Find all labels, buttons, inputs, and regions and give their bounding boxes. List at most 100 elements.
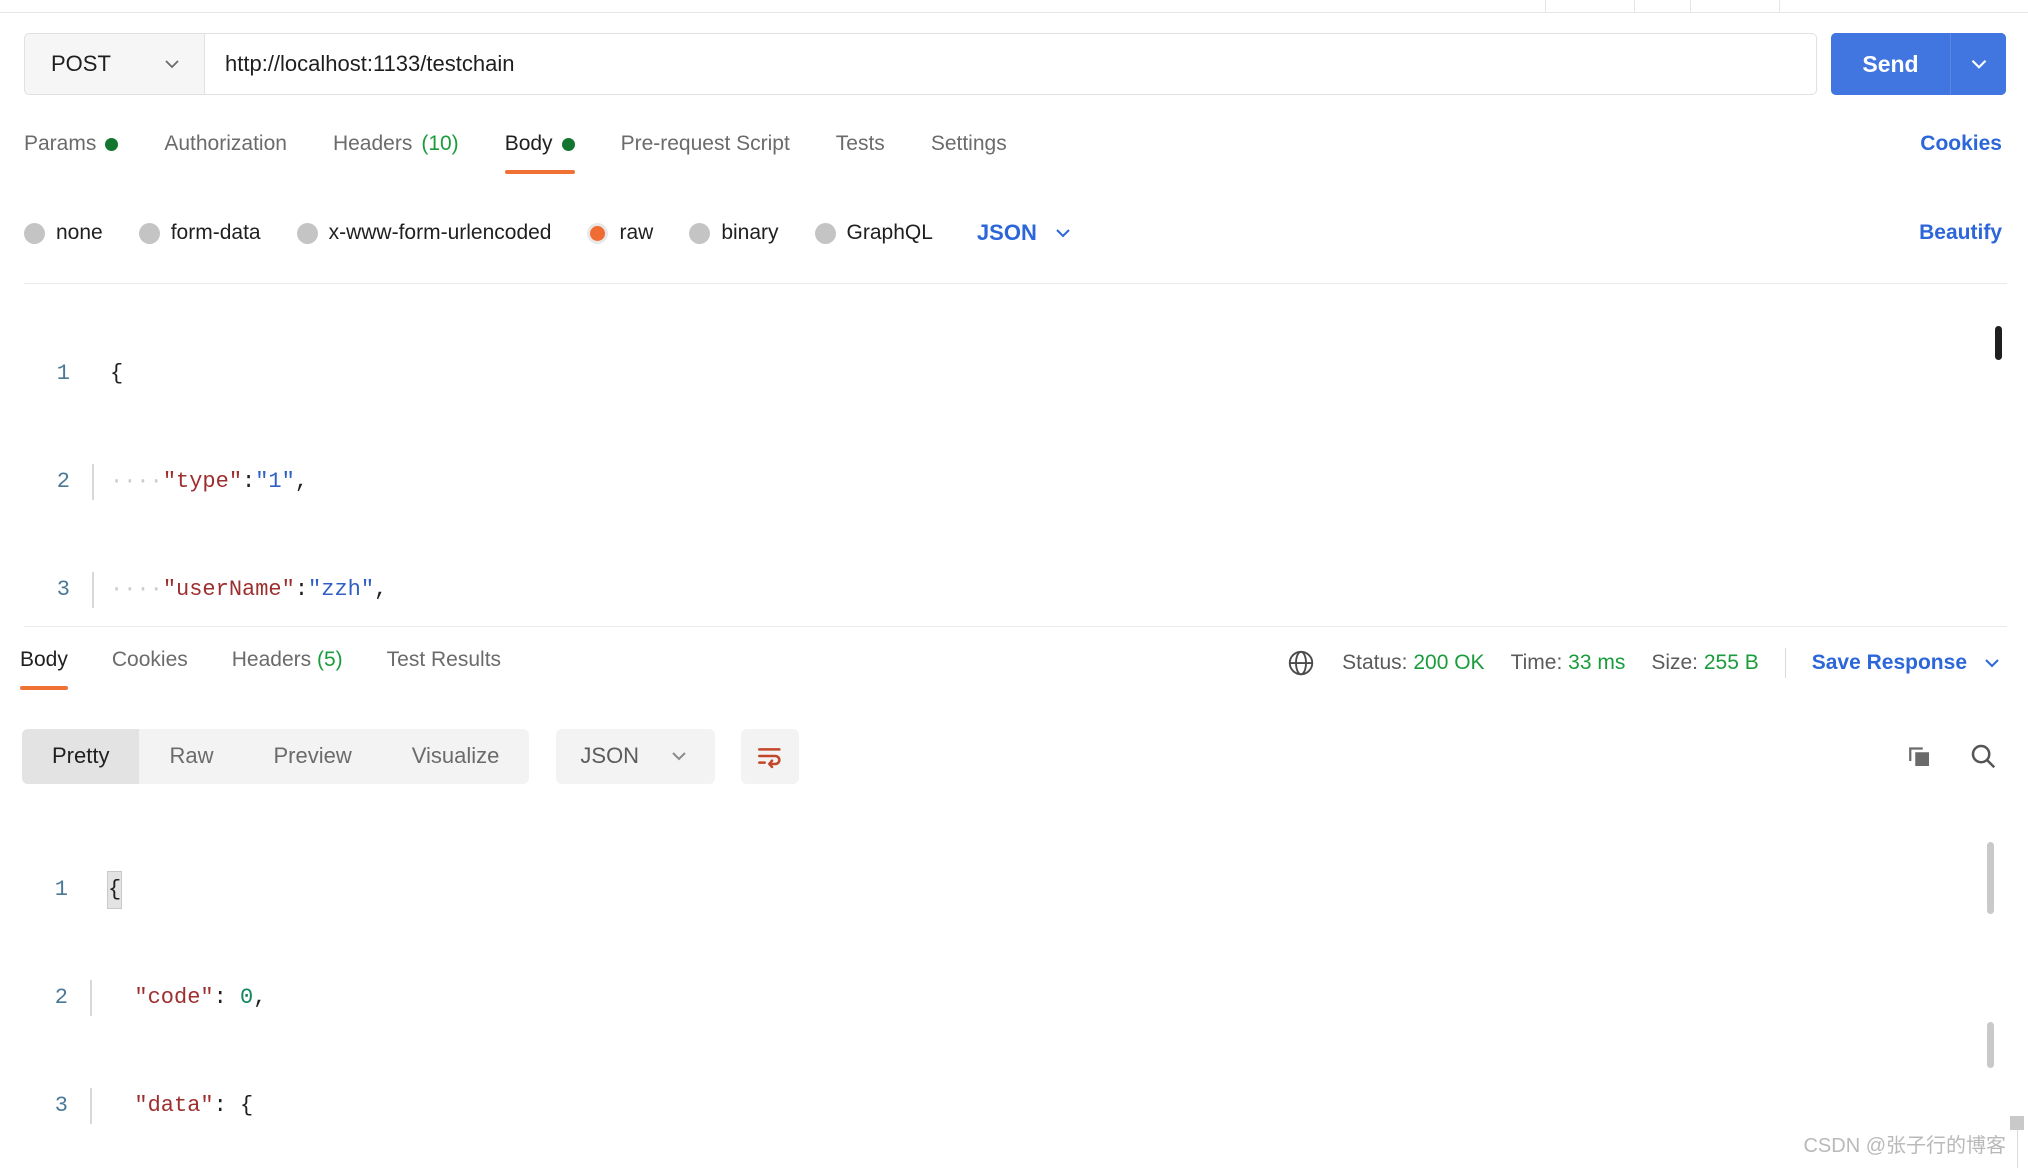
body-format-value: JSON [976,220,1037,245]
tab-pre-request-script-label: Pre-request Script [620,132,790,155]
save-response-button[interactable]: Save Response [1812,651,2004,675]
body-type-graphql[interactable]: GraphQL [814,221,933,245]
body-type-binary[interactable]: binary [689,221,779,245]
chevron-down-icon [667,744,691,768]
tab-headers[interactable]: Headers (10) [333,132,459,174]
radio-selected-icon [587,222,609,244]
send-options-button[interactable] [1950,33,2006,95]
body-type-raw[interactable]: raw [587,221,653,245]
code-token-brace: { [110,361,124,386]
code-token-colon: : [213,1093,241,1118]
line-number: 3 [56,577,70,602]
indent-guide [92,464,94,500]
tab-headers-label: Headers [332,132,413,155]
response-header: Body Cookies Headers (5) Test Results St… [20,648,2008,710]
body-type-graphql-label: GraphQL [846,221,933,244]
radio-icon [24,222,45,244]
cookies-link[interactable]: Cookies [1920,132,2006,156]
tab-stub-right [1690,0,1780,12]
code-token-key: "code" [134,985,214,1010]
indent-guide [90,1088,92,1124]
status-label: Status: [1342,651,1408,674]
indent-guide [92,572,94,608]
body-type-form-data[interactable]: form-data [138,221,261,245]
size-value: 255 B [1703,651,1759,674]
send-button[interactable]: Send [1831,33,1950,95]
indent-guide [90,980,92,1016]
code-token-string: "zzh" [308,577,375,602]
http-method-value: POST [51,51,111,76]
http-method-select[interactable]: POST [24,33,204,95]
tab-bar-strip [0,0,2028,13]
code-token-comma: , [374,577,388,602]
globe-icon [1286,648,1316,678]
body-type-none[interactable]: none [24,221,103,245]
code-token-string: "1" [255,469,295,494]
divider [1784,648,1786,678]
code-token-brace: { [240,1093,254,1118]
request-url-value: http://localhost:1133/testchain [225,51,515,76]
indent-guide [92,356,94,392]
save-response-label: Save Response [1811,651,1967,674]
code-token-colon: : [213,985,241,1010]
response-body-viewer[interactable]: 1 { 2 "code": 0, 3 "data": { 4 "uid": "2… [22,800,2008,1130]
response-tab-test-results[interactable]: Test Results [387,648,501,690]
tab-settings[interactable]: Settings [931,132,1007,174]
request-body-editor[interactable]: 1 { 2 ···· "type": "1", 3 ···· "userName": "… [24,283,2007,627]
view-mode-visualize[interactable]: Visualize [382,729,530,784]
size-label: Size: [1651,651,1699,674]
tab-pre-request-script[interactable]: Pre-request Script [621,132,790,174]
tab-authorization[interactable]: Authorization [164,132,287,174]
body-format-select[interactable]: JSON [977,220,1075,246]
body-type-raw-label: raw [619,221,654,244]
response-scrollbar-thumb[interactable] [1987,842,1994,914]
body-type-urlencoded[interactable]: x-www-form-urlencoded [296,221,551,245]
request-body-code: 1 { 2 ···· "type": "1", 3 ···· "userName": "… [24,284,2007,626]
line-number: 3 [54,1093,68,1118]
request-url-row: POST http://localhost:1133/testchain Sen… [24,33,2006,95]
search-icon[interactable] [1968,741,1998,771]
view-mode-raw[interactable]: Raw [139,729,243,784]
code-token-number: 0 [240,985,254,1010]
radio-icon [296,222,318,244]
chevron-down-icon [1980,651,2004,675]
indent-dots: ···· [110,469,163,494]
tab-body[interactable]: Body [504,132,575,174]
tab-tests[interactable]: Tests [836,132,885,174]
response-tab-headers[interactable]: Headers (5) [232,648,343,690]
line-number: 2 [54,985,68,1010]
wrap-lines-button[interactable] [741,728,800,784]
tab-params-label: Params [24,132,97,155]
tab-params[interactable]: Params [24,132,119,174]
view-mode-pretty[interactable]: Pretty [22,728,140,784]
chevron-down-icon [160,52,184,76]
code-token-brace: { [106,871,123,909]
response-format-value: JSON [580,743,640,768]
line-number: 1 [56,361,70,386]
response-tab-headers-label: Headers [231,648,312,671]
response-tab-cookies[interactable]: Cookies [112,648,188,690]
code-token-colon: : [294,577,309,602]
copy-icon[interactable] [1904,741,1934,771]
tab-stub-left [1545,0,1635,12]
view-mode-preview[interactable]: Preview [243,729,381,784]
body-type-options: none form-data x-www-form-urlencoded raw… [24,208,2006,258]
response-format-select[interactable]: JSON [556,728,716,784]
status-value: 200 OK [1413,651,1485,674]
response-actions [1904,741,2008,771]
request-url-input[interactable]: http://localhost:1133/testchain [204,33,1817,95]
line-number: 2 [56,469,70,494]
request-editor-scrollbar[interactable] [1995,326,2002,360]
code-line: 3 ···· "userName": "zzh", [24,572,2007,608]
status-group: Status: 200 OK [1342,651,1484,675]
time-value: 33 ms [1568,651,1626,674]
response-tab-body[interactable]: Body [20,648,68,690]
beautify-link[interactable]: Beautify [1919,221,2006,245]
tab-body-label: Body [504,132,553,155]
response-scrollbar-thumb-lower[interactable] [1987,1022,1994,1068]
response-tab-headers-count: (5) [316,648,343,671]
request-tabs: Params Authorization Headers (10) Body P… [24,132,2006,186]
code-line: 2 ···· "type": "1", [24,464,2007,500]
tab-tests-label: Tests [835,132,885,155]
